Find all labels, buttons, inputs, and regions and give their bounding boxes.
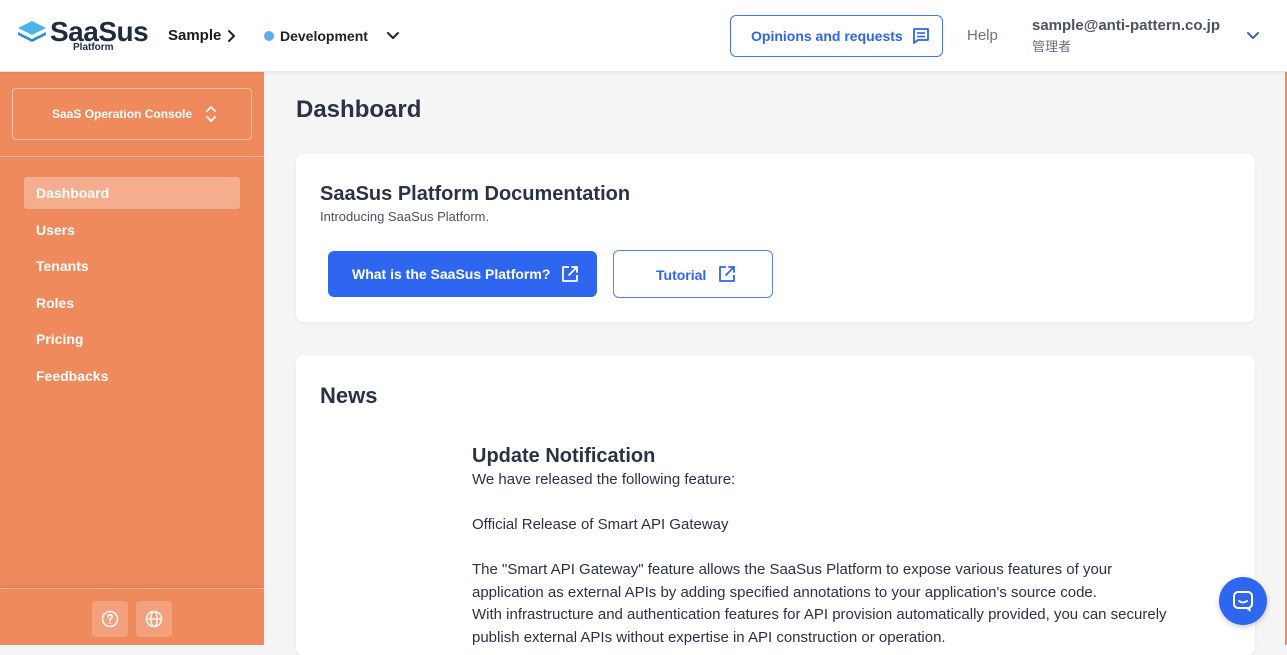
logo-subtext: Platform bbox=[73, 42, 114, 53]
external-link-icon bbox=[719, 266, 735, 282]
sidebar-item-feedbacks[interactable]: Feedbacks bbox=[24, 360, 240, 392]
globe-icon bbox=[145, 610, 163, 628]
documentation-card: SaaSus Platform Documentation Introducin… bbox=[296, 154, 1255, 322]
what-is-saasus-button[interactable]: What is the SaaSus Platform? bbox=[328, 251, 597, 297]
help-button[interactable] bbox=[92, 601, 128, 637]
logo-mark-icon bbox=[18, 21, 46, 42]
news-line: Official Release of Smart API Gateway bbox=[472, 516, 729, 533]
news-item: Update Notification We have released the… bbox=[472, 443, 1232, 649]
chat-widget-button[interactable] bbox=[1219, 577, 1267, 625]
help-link[interactable]: Help bbox=[967, 27, 998, 45]
documentation-title: SaaSus Platform Documentation bbox=[320, 183, 631, 205]
sidebar-item-users[interactable]: Users bbox=[24, 214, 240, 246]
sidebar-footer bbox=[0, 588, 264, 645]
news-title: News bbox=[320, 383, 378, 408]
chat-icon bbox=[1233, 591, 1253, 612]
news-blank-line bbox=[472, 537, 1232, 560]
news-line: publish external APIs without expertise … bbox=[472, 628, 946, 646]
news-line: application as external APIs by adding s… bbox=[472, 583, 1097, 601]
environment-status-dot bbox=[264, 31, 274, 41]
feedback-message-icon bbox=[913, 28, 929, 44]
console-switcher-label: SaaS Operation Console bbox=[52, 107, 193, 121]
sidebar-item-label: Feedbacks bbox=[36, 368, 109, 384]
sidebar: SaaS Operation Console Dashboard Users T… bbox=[0, 72, 264, 645]
tutorial-label: Tutorial bbox=[656, 267, 707, 283]
news-blank-line bbox=[472, 492, 1232, 515]
news-line: The "Smart API Gateway" feature allows t… bbox=[472, 561, 1113, 578]
opinions-requests-label: Opinions and requests bbox=[751, 28, 903, 44]
user-email[interactable]: sample@anti-pattern.co.jp bbox=[1032, 16, 1220, 36]
help-circle-icon bbox=[101, 610, 119, 628]
sidebar-item-roles[interactable]: Roles bbox=[24, 287, 240, 319]
environment-label: Development bbox=[280, 28, 368, 44]
what-is-saasus-label: What is the SaaSus Platform? bbox=[352, 266, 551, 282]
news-line: With infrastructure and authentication f… bbox=[472, 606, 1167, 623]
sidebar-item-pricing[interactable]: Pricing bbox=[24, 323, 240, 355]
tutorial-button[interactable]: Tutorial bbox=[613, 250, 773, 298]
user-role: 管理者 bbox=[1032, 39, 1072, 54]
news-card: News Update Notification We have release… bbox=[296, 355, 1255, 655]
sidebar-divider bbox=[0, 156, 264, 157]
app-selector[interactable]: Sample bbox=[168, 26, 221, 46]
sidebar-item-tenants[interactable]: Tenants bbox=[24, 250, 240, 282]
news-line: We have released the following feature: bbox=[472, 471, 736, 488]
chevron-right-icon bbox=[228, 30, 235, 42]
news-item-title: Update Notification bbox=[472, 445, 656, 467]
opinions-requests-button[interactable]: Opinions and requests bbox=[730, 15, 943, 57]
top-header: SaaSus Platform Sample Development Opini… bbox=[0, 0, 1287, 72]
sidebar-item-dashboard[interactable]: Dashboard bbox=[24, 177, 240, 209]
documentation-subtitle: Introducing SaaSus Platform. bbox=[320, 209, 490, 224]
page-title: Dashboard bbox=[296, 96, 422, 123]
user-menu-chevron-down-icon[interactable] bbox=[1246, 29, 1260, 43]
chevron-down-icon bbox=[387, 32, 399, 39]
sidebar-item-label: Roles bbox=[36, 295, 75, 311]
chevron-up-down-icon bbox=[206, 106, 216, 122]
sidebar-item-label: Tenants bbox=[36, 258, 89, 274]
external-link-icon bbox=[562, 266, 578, 282]
console-switcher[interactable]: SaaS Operation Console bbox=[12, 88, 252, 140]
saasus-logo[interactable]: SaaSus Platform bbox=[16, 16, 149, 56]
sidebar-item-label: Users bbox=[36, 222, 75, 238]
sidebar-item-label: Pricing bbox=[36, 331, 84, 347]
language-button[interactable] bbox=[136, 601, 172, 637]
sidebar-item-label: Dashboard bbox=[36, 185, 110, 201]
